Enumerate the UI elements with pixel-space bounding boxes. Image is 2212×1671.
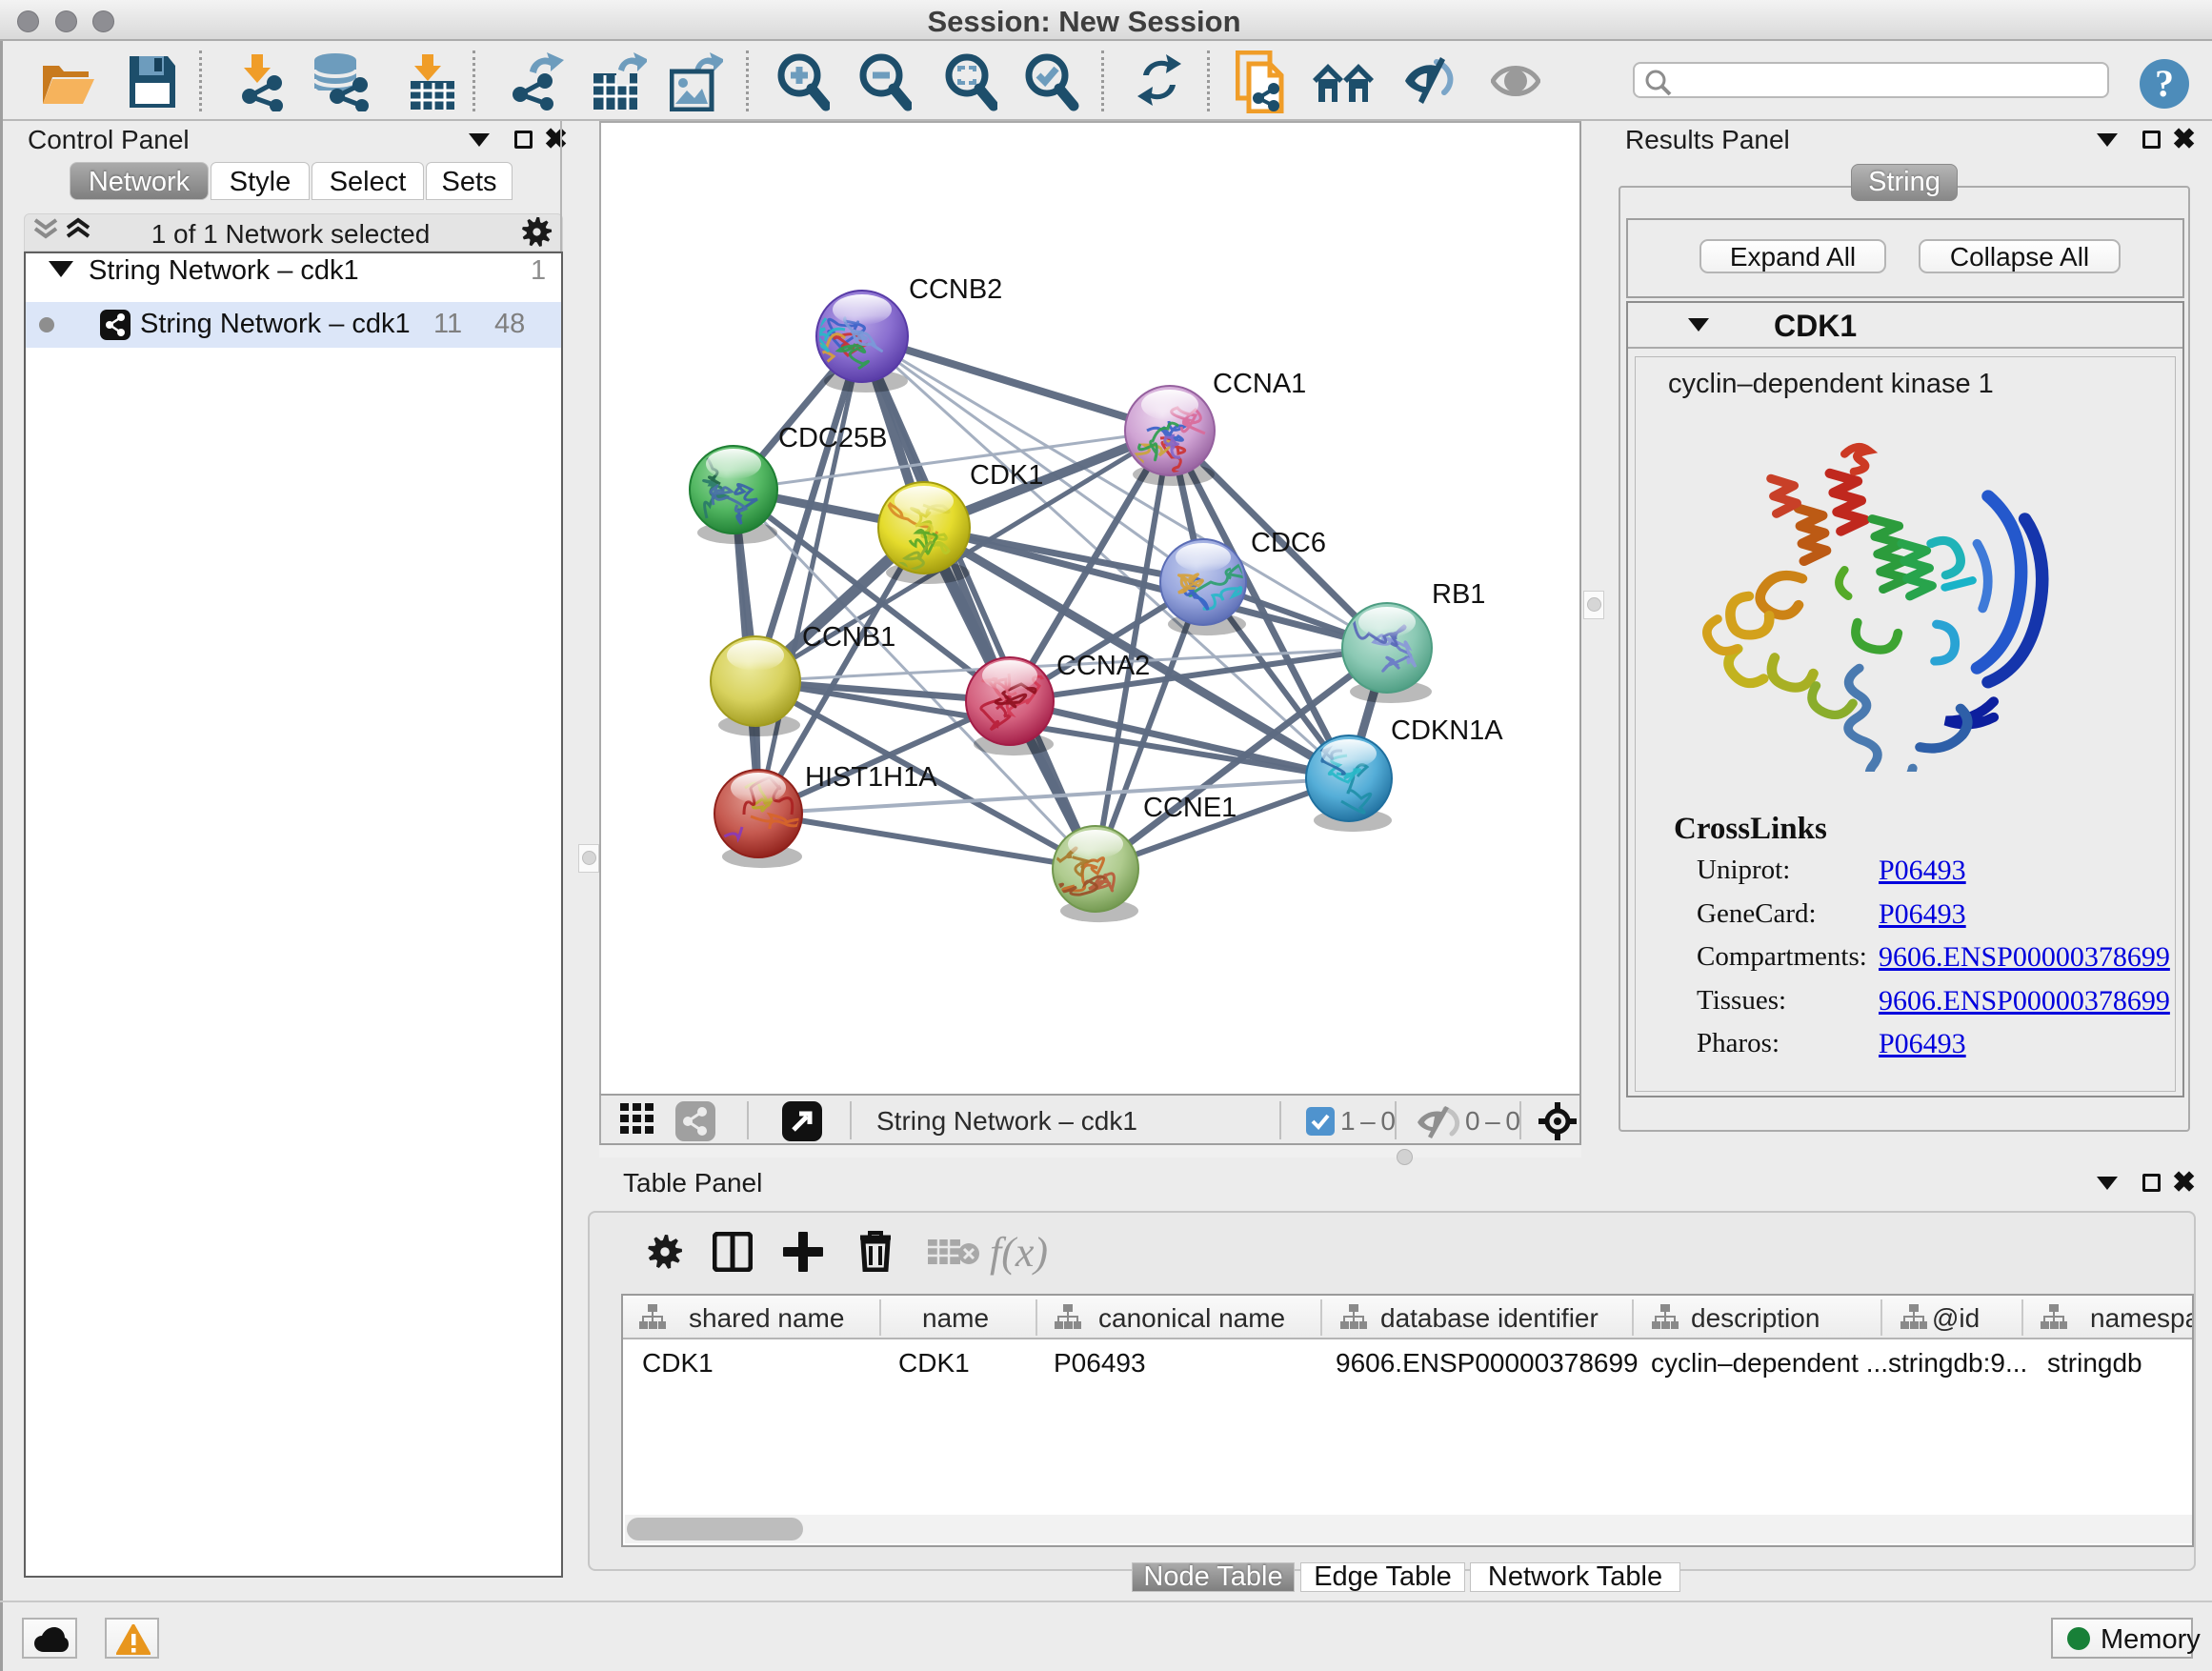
svg-text:CDC25B: CDC25B	[778, 423, 887, 453]
svg-text:RB1: RB1	[1432, 579, 1485, 610]
svg-text:HIST1H1A: HIST1H1A	[805, 762, 937, 793]
svg-text:CCNB2: CCNB2	[909, 274, 1002, 305]
svg-text:CCNE1: CCNE1	[1143, 793, 1237, 823]
svg-text:CDK1: CDK1	[970, 460, 1043, 491]
svg-text:CCNA2: CCNA2	[1056, 651, 1150, 681]
svg-text:CCNB1: CCNB1	[802, 622, 895, 653]
svg-text:?: ?	[2155, 62, 2174, 105]
svg-text:CDC6: CDC6	[1251, 528, 1326, 558]
svg-text:CDKN1A: CDKN1A	[1391, 715, 1503, 746]
svg-text:CCNA1: CCNA1	[1213, 369, 1306, 399]
